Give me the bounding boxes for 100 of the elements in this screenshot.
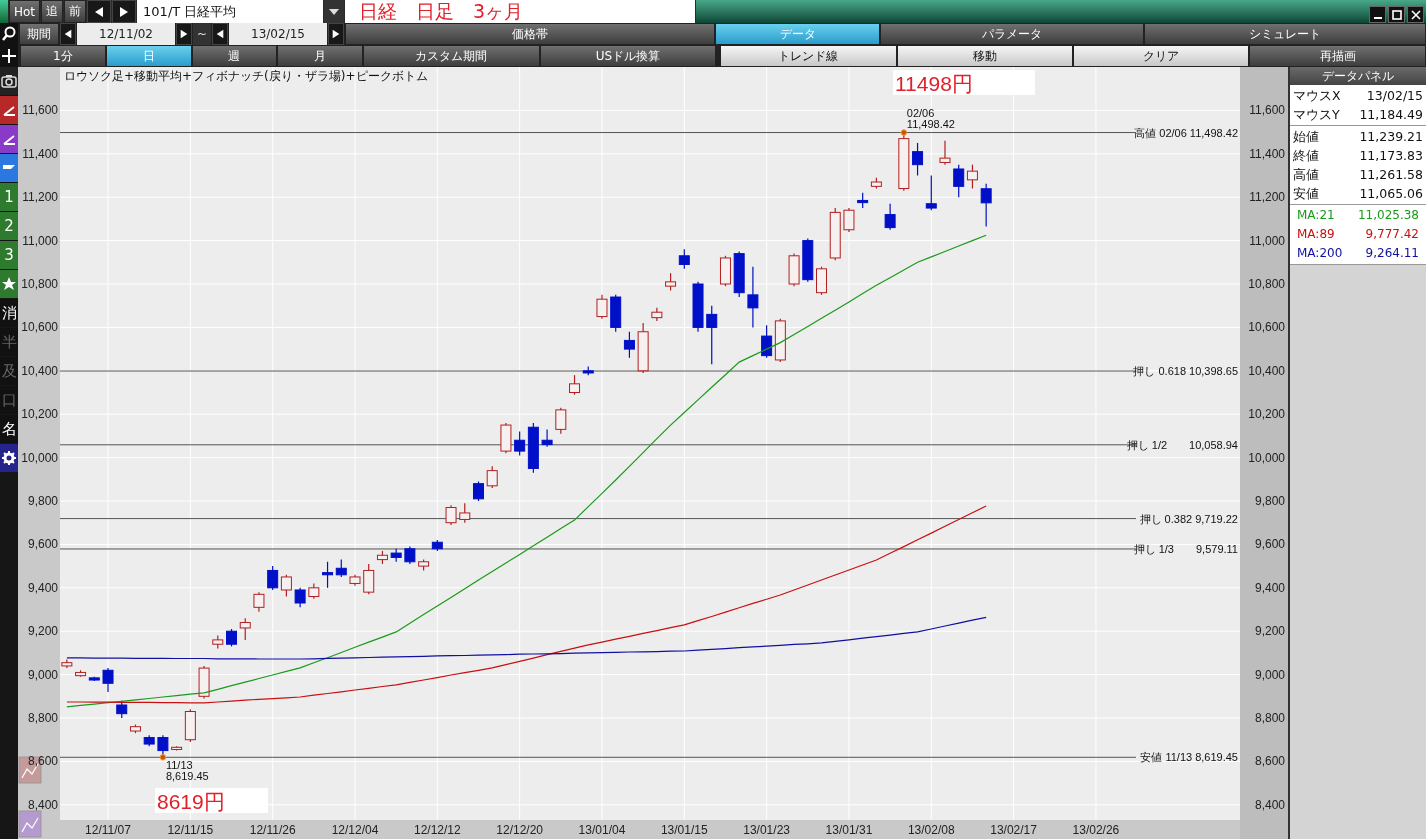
maximize-button[interactable]: [1388, 6, 1405, 23]
row-value: 11,184.49: [1359, 106, 1423, 124]
close-button[interactable]: [1407, 6, 1424, 23]
flag-icon[interactable]: [0, 154, 18, 182]
tool-button[interactable]: 消: [0, 299, 18, 327]
previous-button[interactable]: [212, 23, 228, 45]
candlestick: [665, 272, 677, 292]
x-axis-label: 13/01/31: [825, 823, 873, 837]
y-axis-label: 11,200: [22, 190, 58, 205]
candlestick: [116, 700, 128, 719]
search-icon[interactable]: [0, 23, 18, 45]
y-axis-label: 10,600: [21, 320, 58, 335]
y-axis-label: 11,000: [1249, 233, 1285, 248]
tool-button[interactable]: 1: [0, 183, 18, 211]
high-price-label: 11498円: [893, 70, 1035, 95]
toolbar-button[interactable]: 再描画: [1249, 45, 1426, 67]
right-triangle-icon: [331, 29, 341, 39]
left-triangle-icon: [63, 29, 73, 39]
x-axis-label: 13/02/08: [907, 823, 955, 837]
chart-title-banner: 日経 日足 3ヶ月: [345, 0, 696, 23]
end-date-field[interactable]: 13/02/15: [229, 23, 327, 45]
toolbar-button[interactable]: クリア: [1073, 45, 1250, 67]
candlestick: [939, 140, 951, 166]
toolbar-button[interactable]: USドル換算: [539, 45, 717, 67]
y-axis-label: 11,000: [22, 233, 58, 248]
candlestick: [349, 574, 361, 587]
camera-icon[interactable]: [0, 67, 18, 95]
y-axis-label: 10,200: [1248, 407, 1285, 422]
candlestick: [912, 142, 924, 177]
candlestick: [829, 207, 841, 261]
candlestick: [239, 617, 251, 641]
candlestick: [966, 164, 978, 190]
level-label: 安値 11/13 8,619.45: [1140, 751, 1238, 764]
candlestick: [171, 745, 183, 752]
candlestick: [308, 582, 320, 600]
candlestick: [500, 422, 512, 454]
start-date-field[interactable]: 12/11/02: [77, 23, 175, 45]
y-axis-label: 11,600: [22, 103, 58, 118]
candlestick: [143, 734, 155, 747]
row-value: 9,264.11: [1365, 245, 1419, 262]
previous-button[interactable]: [87, 0, 112, 23]
candlestick: [390, 548, 402, 563]
x-axis-label: 13/02/26: [1072, 823, 1120, 837]
toolbar-button[interactable]: トレンド線: [720, 45, 897, 67]
candlestick: [294, 587, 306, 608]
candlestick: [637, 322, 649, 374]
crosshair-icon[interactable]: [0, 45, 18, 67]
dropdown-button[interactable]: [324, 0, 345, 23]
candlestick: [774, 318, 786, 363]
app-icon: [0, 0, 8, 23]
y-axis-label: 10,000: [1248, 450, 1285, 465]
toolbar-button[interactable]: カスタム期間: [363, 45, 540, 67]
period-button[interactable]: 期間: [19, 23, 59, 45]
y-axis-label: 8,800: [27, 711, 58, 725]
candlestick: [596, 294, 608, 320]
row-label: マウスY: [1293, 106, 1340, 124]
row-value: 11,065.06: [1359, 185, 1423, 203]
tool-button[interactable]: 名: [0, 415, 18, 443]
row-label: マウスX: [1293, 87, 1341, 105]
tab[interactable]: シミュレート: [1144, 23, 1426, 45]
toolbar-button[interactable]: 追: [41, 0, 64, 23]
y-axis-label: 11,600: [1249, 103, 1285, 118]
x-axis-label: 12/11/15: [167, 823, 214, 837]
toolbar-button[interactable]: 前: [64, 0, 87, 23]
candlestick: [651, 307, 663, 322]
point-label: 11/13 8,619.45: [165, 759, 209, 783]
toolbar-button[interactable]: 移動: [896, 45, 1073, 67]
next-button[interactable]: [112, 0, 137, 23]
candlestick: [431, 539, 443, 552]
candlestick: [445, 504, 457, 526]
row-label: MA:89: [1297, 226, 1335, 243]
tab[interactable]: パラメータ: [880, 23, 1144, 45]
candlestick: [678, 248, 690, 270]
y-axis-label: 10,800: [1248, 277, 1285, 291]
next-button[interactable]: [328, 23, 344, 45]
y-axis-label: 9,000: [1254, 667, 1285, 682]
toolbar-button[interactable]: 月: [277, 45, 364, 67]
candlestick: [280, 574, 292, 598]
row-value: 11,239.21: [1359, 128, 1423, 146]
x-axis-label: 12/12/20: [496, 823, 543, 837]
y-axis-label: 9,400: [1254, 580, 1285, 595]
candlestick: [555, 407, 567, 435]
range-separator: ~: [193, 23, 211, 45]
tool-button[interactable]: 3: [0, 241, 18, 269]
caret-icon: [328, 7, 341, 16]
y-axis-label: 10,400: [21, 363, 58, 378]
symbol-field[interactable]: 101/T 日経平均: [137, 0, 324, 23]
maximize-icon: [1391, 9, 1402, 20]
minimize-button[interactable]: [1369, 6, 1386, 23]
tab[interactable]: 価格帯: [345, 23, 715, 45]
toolbar-button[interactable]: Hot: [9, 0, 41, 23]
candlestick: [925, 174, 937, 211]
previous-button[interactable]: [60, 23, 76, 45]
candlestick: [623, 331, 635, 359]
toolbar-button[interactable]: 週: [191, 45, 278, 67]
settings-icon[interactable]: [0, 444, 18, 472]
candlestick: [953, 164, 965, 198]
tool-button[interactable]: 2: [0, 212, 18, 240]
next-button[interactable]: [176, 23, 192, 45]
toolbar-button[interactable]: 1分: [20, 45, 106, 67]
